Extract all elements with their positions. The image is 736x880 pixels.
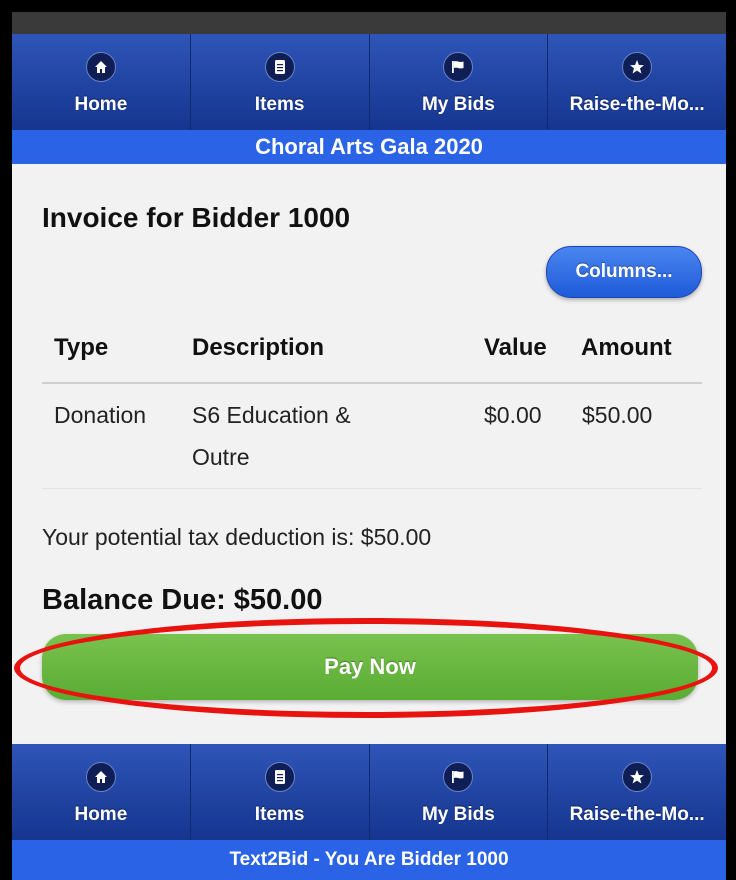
columns-button[interactable]: Columns...	[546, 246, 702, 298]
bottom-nav-home[interactable]: Home	[12, 744, 191, 840]
footer-banner: Text2Bid - You Are Bidder 1000	[12, 840, 726, 880]
column-header-description[interactable]: Description	[192, 334, 324, 362]
app-screen: Home Items My Bids Raise-the-Mo... Chora…	[12, 34, 726, 880]
row-description-line1: S6 Education &	[192, 402, 351, 428]
tax-deduction-text: Your potential tax deduction is: $50.00	[42, 524, 432, 550]
bottom-nav-items[interactable]: Items	[191, 744, 370, 840]
star-icon	[622, 762, 653, 792]
row-amount: $50.00	[582, 402, 653, 428]
bottom-navbar: Home Items My Bids Raise-the-Mo...	[12, 744, 726, 840]
bottom-nav-raise-the-money[interactable]: Raise-the-Mo...	[548, 744, 726, 840]
bottom-nav-my-bids[interactable]: My Bids	[370, 744, 549, 840]
column-header-type[interactable]: Type	[54, 334, 108, 362]
event-banner: Choral Arts Gala 2020	[12, 130, 726, 164]
nav-home-label: Home	[74, 94, 128, 115]
nav-items[interactable]: Items	[191, 34, 370, 130]
nav-items-label: Items	[254, 94, 305, 115]
row-description-line2: Outre	[192, 444, 250, 470]
row-type: Donation	[54, 402, 147, 428]
row-value: $0.00	[484, 402, 542, 428]
flag-icon	[443, 52, 474, 82]
top-navbar: Home Items My Bids Raise-the-Mo...	[12, 34, 726, 130]
pay-now-button[interactable]: Pay Now	[42, 634, 698, 700]
bottom-nav-items-label: Items	[254, 804, 305, 825]
bottom-nav-home-label: Home	[74, 804, 128, 825]
column-header-amount[interactable]: Amount	[581, 334, 672, 362]
nav-home[interactable]: Home	[12, 34, 191, 130]
nav-raise-the-money-label: Raise-the-Mo...	[569, 94, 705, 115]
flag-icon	[443, 762, 474, 792]
column-header-value[interactable]: Value	[484, 334, 547, 362]
invoice-content: Invoice for Bidder 1000 Columns... Type …	[12, 164, 726, 744]
home-icon	[85, 52, 116, 82]
nav-my-bids[interactable]: My Bids	[370, 34, 549, 130]
home-icon	[85, 762, 116, 792]
header-divider	[42, 382, 702, 384]
nav-raise-the-money[interactable]: Raise-the-Mo...	[548, 34, 726, 130]
nav-my-bids-label: My Bids	[421, 94, 495, 115]
bottom-nav-my-bids-label: My Bids	[421, 804, 495, 825]
document-icon	[264, 52, 295, 82]
document-icon	[264, 762, 295, 792]
bottom-nav-raise-the-money-label: Raise-the-Mo...	[569, 804, 705, 825]
star-icon	[622, 52, 653, 82]
row-divider	[42, 488, 702, 489]
frame-edge	[726, 0, 729, 880]
balance-due: Balance Due: $50.00	[42, 584, 323, 616]
status-strip	[12, 12, 726, 34]
invoice-title: Invoice for Bidder 1000	[42, 202, 351, 233]
